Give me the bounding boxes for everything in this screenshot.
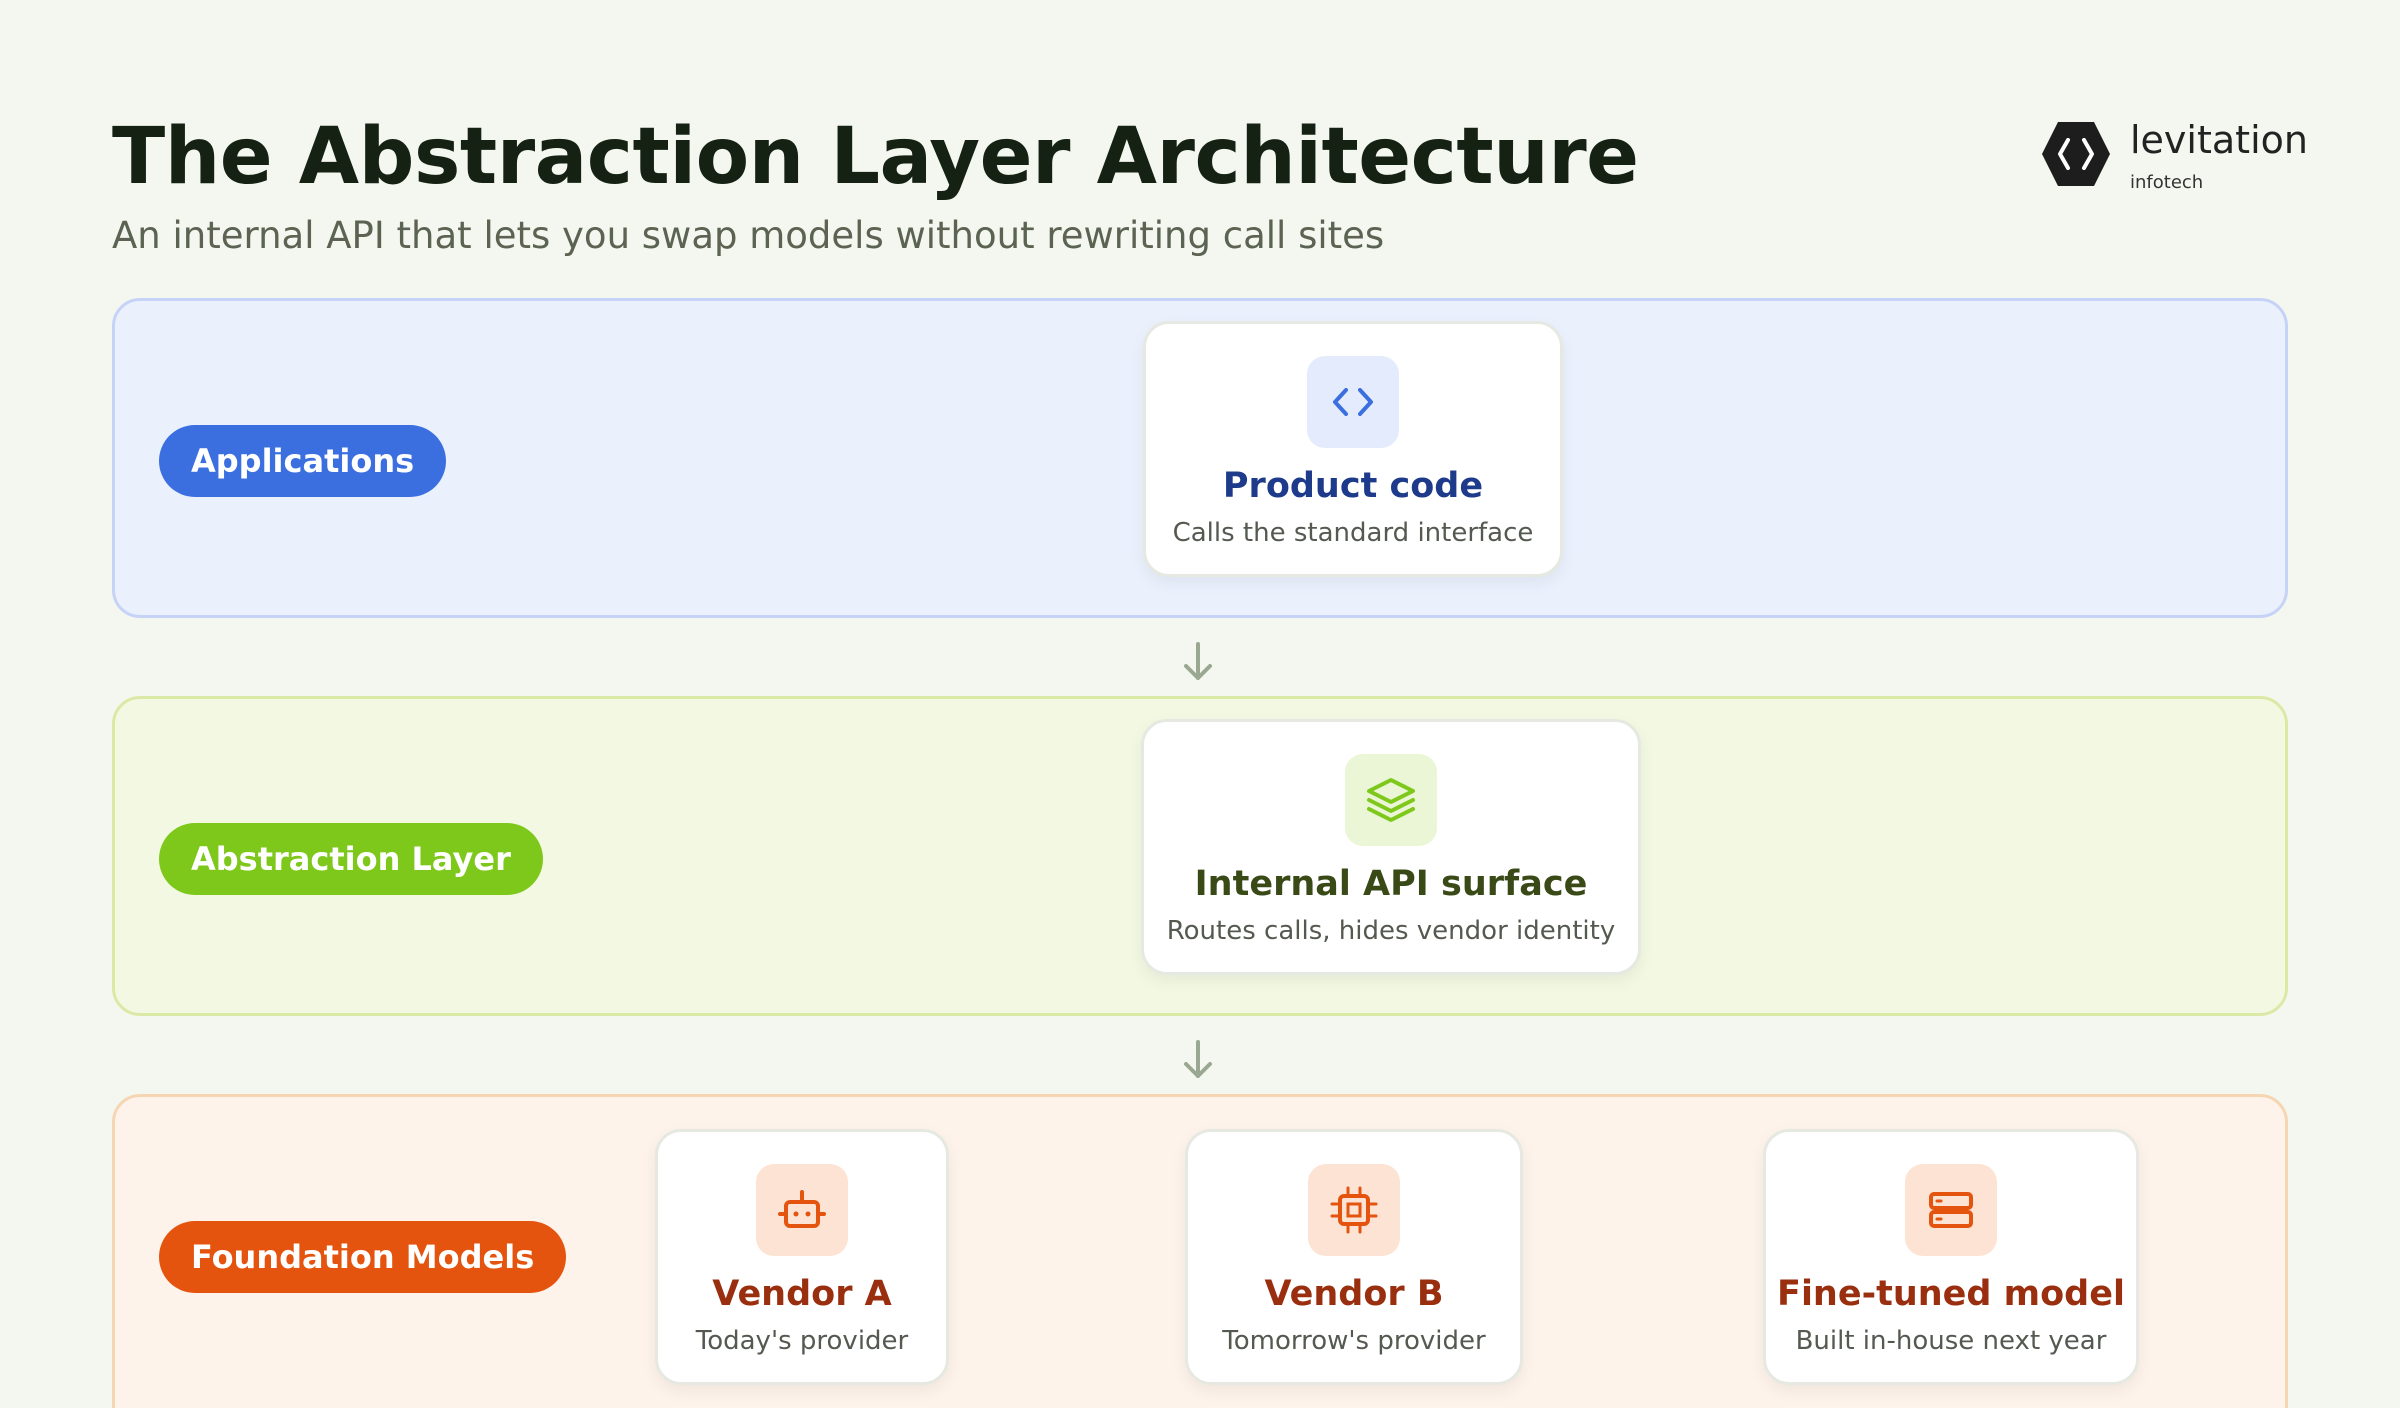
fine-tuned-model-card: Fine-tuned model Built in-house next yea…: [1763, 1129, 2139, 1385]
card-title: Vendor B: [1264, 1274, 1444, 1314]
logo-tagline: infotech: [2130, 172, 2204, 193]
vendor-a-card: Vendor A Today's provider: [655, 1129, 949, 1385]
layers-icon: [1345, 754, 1437, 846]
card-title: Internal API surface: [1194, 864, 1588, 904]
foundation-label: Foundation Models: [159, 1221, 567, 1293]
logo-name: levitation: [2130, 118, 2308, 162]
internal-api-card: Internal API surface Routes calls, hides…: [1141, 719, 1641, 975]
applications-label: Applications: [159, 425, 447, 497]
card-subtitle: Today's provider: [695, 1326, 909, 1356]
product-code-card: Product code Calls the standard interfac…: [1143, 321, 1563, 577]
server-icon: [1905, 1164, 1997, 1256]
chip-icon: [1308, 1164, 1400, 1256]
card-subtitle: Built in-house next year: [1795, 1326, 2107, 1356]
abstraction-layer: Abstraction Layer Internal API surface R…: [112, 696, 2288, 1016]
card-subtitle: Routes calls, hides vendor identity: [1166, 916, 1616, 946]
brand-logo: levitation infotech: [2040, 118, 2308, 198]
foundation-models-layer: Foundation Models Vendor A Today's provi…: [112, 1094, 2288, 1408]
code-icon: [1307, 356, 1399, 448]
card-subtitle: Calls the standard interface: [1172, 518, 1534, 548]
page-subtitle: An internal API that lets you swap model…: [112, 214, 1385, 257]
down-arrow-icon: [1184, 642, 1212, 680]
page-title: The Abstraction Layer Architecture: [112, 112, 1639, 202]
card-subtitle: Tomorrow's provider: [1222, 1326, 1486, 1356]
vendor-b-card: Vendor B Tomorrow's provider: [1185, 1129, 1523, 1385]
card-title: Vendor A: [712, 1274, 892, 1314]
down-arrow-icon: [1184, 1040, 1212, 1078]
card-title: Product code: [1222, 466, 1484, 506]
applications-layer: Applications Product code Calls the stan…: [112, 298, 2288, 618]
card-title: Fine-tuned model: [1777, 1274, 2125, 1314]
hexagon-logo-icon: [2042, 122, 2110, 186]
abstraction-label: Abstraction Layer: [159, 823, 543, 895]
robot-icon: [756, 1164, 848, 1256]
